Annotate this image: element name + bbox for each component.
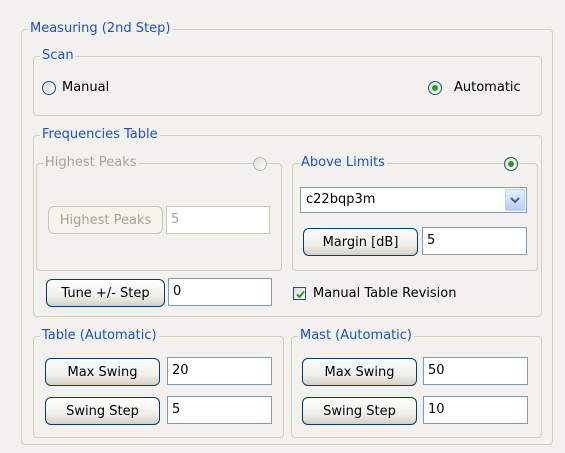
mast-max-swing-button[interactable]: Max Swing bbox=[302, 358, 417, 386]
measuring-panel: Measuring (2nd Step) Scan Manual Automat… bbox=[0, 0, 565, 453]
above-limits-combo[interactable]: c22bqp3m bbox=[300, 187, 527, 213]
manual-radio[interactable] bbox=[42, 81, 56, 95]
frequencies-table-title: Frequencies Table bbox=[40, 127, 160, 143]
highest-peaks-radio[interactable] bbox=[253, 157, 267, 171]
table-swing-step-input[interactable]: 5 bbox=[167, 396, 272, 424]
table-max-swing-button[interactable]: Max Swing bbox=[45, 358, 160, 386]
scan-group-title: Scan bbox=[40, 48, 76, 64]
above-limits-combo-value: c22bqp3m bbox=[306, 192, 376, 207]
above-limits-radio[interactable] bbox=[504, 157, 518, 171]
tune-step-button[interactable]: Tune +/- Step bbox=[46, 279, 165, 307]
margin-db-button[interactable]: Margin [dB] bbox=[303, 228, 418, 256]
manual-radio-label[interactable]: Manual bbox=[62, 80, 109, 96]
highest-peaks-button[interactable]: Highest Peaks bbox=[48, 206, 163, 234]
mast-swing-step-input[interactable]: 10 bbox=[423, 396, 528, 424]
margin-db-input[interactable]: 5 bbox=[422, 227, 527, 255]
mast-max-swing-input[interactable]: 50 bbox=[423, 357, 528, 385]
check-icon bbox=[296, 290, 305, 299]
highest-peaks-title: Highest Peaks bbox=[43, 155, 139, 171]
above-limits-title: Above Limits bbox=[299, 155, 387, 171]
measuring-group-title: Measuring (2nd Step) bbox=[28, 21, 173, 37]
table-swing-step-button[interactable]: Swing Step bbox=[45, 397, 160, 425]
highest-peaks-input[interactable]: 5 bbox=[166, 206, 270, 234]
automatic-radio-label[interactable]: Automatic bbox=[454, 80, 521, 96]
mast-automatic-title: Mast (Automatic) bbox=[298, 328, 414, 344]
tune-step-input[interactable]: 0 bbox=[168, 278, 272, 306]
chevron-down-icon[interactable] bbox=[505, 189, 525, 211]
mast-swing-step-button[interactable]: Swing Step bbox=[302, 397, 417, 425]
automatic-radio[interactable] bbox=[428, 81, 442, 95]
table-automatic-title: Table (Automatic) bbox=[40, 328, 159, 344]
manual-table-revision-label[interactable]: Manual Table Revision bbox=[313, 286, 456, 302]
manual-table-revision-checkbox[interactable] bbox=[293, 287, 306, 300]
table-max-swing-input[interactable]: 20 bbox=[167, 357, 272, 385]
